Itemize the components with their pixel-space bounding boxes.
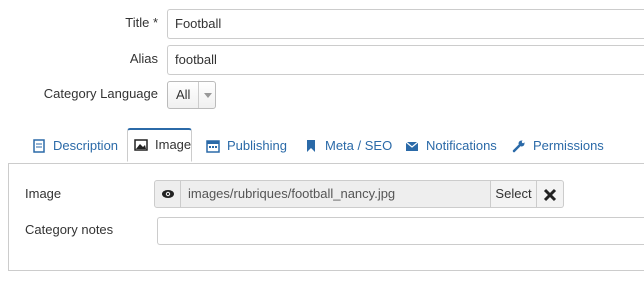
eye-icon [162, 190, 174, 198]
alias-input[interactable]: football [167, 45, 644, 75]
tab-image[interactable]: Image [127, 128, 192, 162]
alias-label: Alias [129, 51, 158, 66]
bookmark-icon [307, 139, 315, 152]
select-button[interactable]: Select [491, 180, 537, 208]
tab-publishing-label: Publishing [227, 138, 287, 153]
tab-bar: Description Image Publishing Meta / SEO … [8, 128, 644, 164]
category-language-label: Category Language [43, 86, 158, 101]
tab-permissions-label: Permissions [533, 138, 604, 153]
tab-image-label: Image [155, 137, 192, 152]
tab-description-label: Description [53, 138, 119, 153]
category-language-select[interactable]: All [167, 81, 216, 109]
close-icon [543, 188, 557, 202]
calendar-icon [206, 139, 220, 153]
title-label: Title * [125, 15, 158, 30]
tab-notifications-label: Notifications [426, 138, 497, 153]
category-notes-input[interactable] [157, 217, 644, 245]
document-icon [33, 138, 45, 153]
category-language-value: All [176, 87, 191, 102]
tab-meta-seo[interactable]: Meta / SEO [304, 128, 392, 163]
envelope-icon [405, 141, 419, 151]
clear-button[interactable] [537, 180, 564, 208]
image-field-label: Image [25, 186, 62, 201]
wrench-icon [512, 140, 525, 152]
dropdown-toggle[interactable] [198, 82, 215, 108]
category-notes-label: Category notes [25, 222, 114, 237]
tab-permissions[interactable]: Permissions [512, 128, 604, 163]
image-path-field: images/rubriques/football_nancy.jpg [181, 180, 491, 208]
tab-notifications[interactable]: Notifications [405, 128, 497, 163]
tab-description[interactable]: Description [32, 128, 118, 163]
image-icon [134, 138, 148, 151]
title-input[interactable]: Football [167, 9, 644, 39]
chevron-down-icon [204, 93, 212, 98]
preview-button[interactable] [154, 180, 181, 208]
tab-meta-seo-label: Meta / SEO [325, 138, 393, 153]
tab-publishing[interactable]: Publishing [206, 128, 287, 163]
